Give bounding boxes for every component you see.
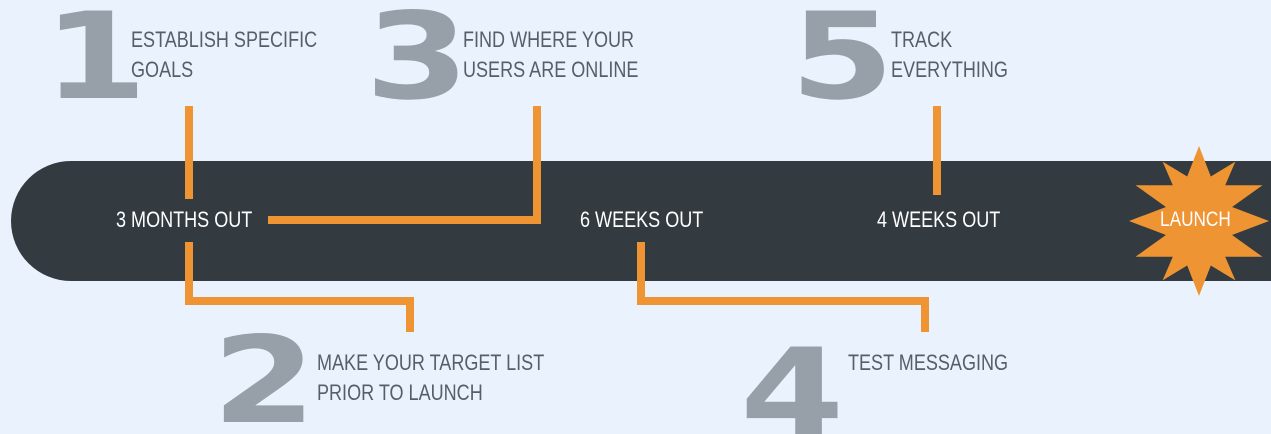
timeline-label-6-weeks: 6 WEEKS OUT — [580, 207, 704, 232]
step-1-text: ESTABLISH SPECIFIC GOALS — [131, 25, 317, 85]
step-2-line-2: PRIOR TO LAUNCH — [317, 380, 483, 405]
timeline-label-4-weeks: 4 WEEKS OUT — [877, 207, 1001, 232]
step-3-line-2: USERS ARE ONLINE — [463, 57, 639, 82]
step-2-number: 2 — [212, 312, 317, 434]
timeline-label-3-months: 3 MONTHS OUT — [116, 207, 253, 232]
step-1-line-1: ESTABLISH SPECIFIC — [131, 27, 318, 52]
step-3-line-1: FIND WHERE YOUR — [463, 27, 635, 52]
step-5-number: 5 — [790, 0, 895, 127]
step-4-text: TEST MESSAGING — [848, 348, 1008, 378]
step-4-number: 4 — [740, 324, 845, 434]
step-5-text: TRACK EVERYTHING — [891, 25, 1008, 85]
step-3-number: 3 — [365, 0, 470, 127]
timeline-infographic: 1 3 5 2 4 ESTABLISH SPECIFIC GOALS FIND … — [0, 0, 1271, 434]
step-5-line-2: EVERYTHING — [891, 57, 1008, 82]
step-3-text: FIND WHERE YOUR USERS ARE ONLINE — [463, 25, 638, 85]
step-2-line-1: MAKE YOUR TARGET LIST — [317, 350, 545, 375]
step-1-line-2: GOALS — [131, 57, 194, 82]
step-4-line-1: TEST MESSAGING — [848, 350, 1009, 375]
launch-label: LAUNCH — [1160, 208, 1231, 231]
step-5-line-1: TRACK — [891, 27, 953, 52]
step-2-text: MAKE YOUR TARGET LIST PRIOR TO LAUNCH — [317, 348, 544, 408]
